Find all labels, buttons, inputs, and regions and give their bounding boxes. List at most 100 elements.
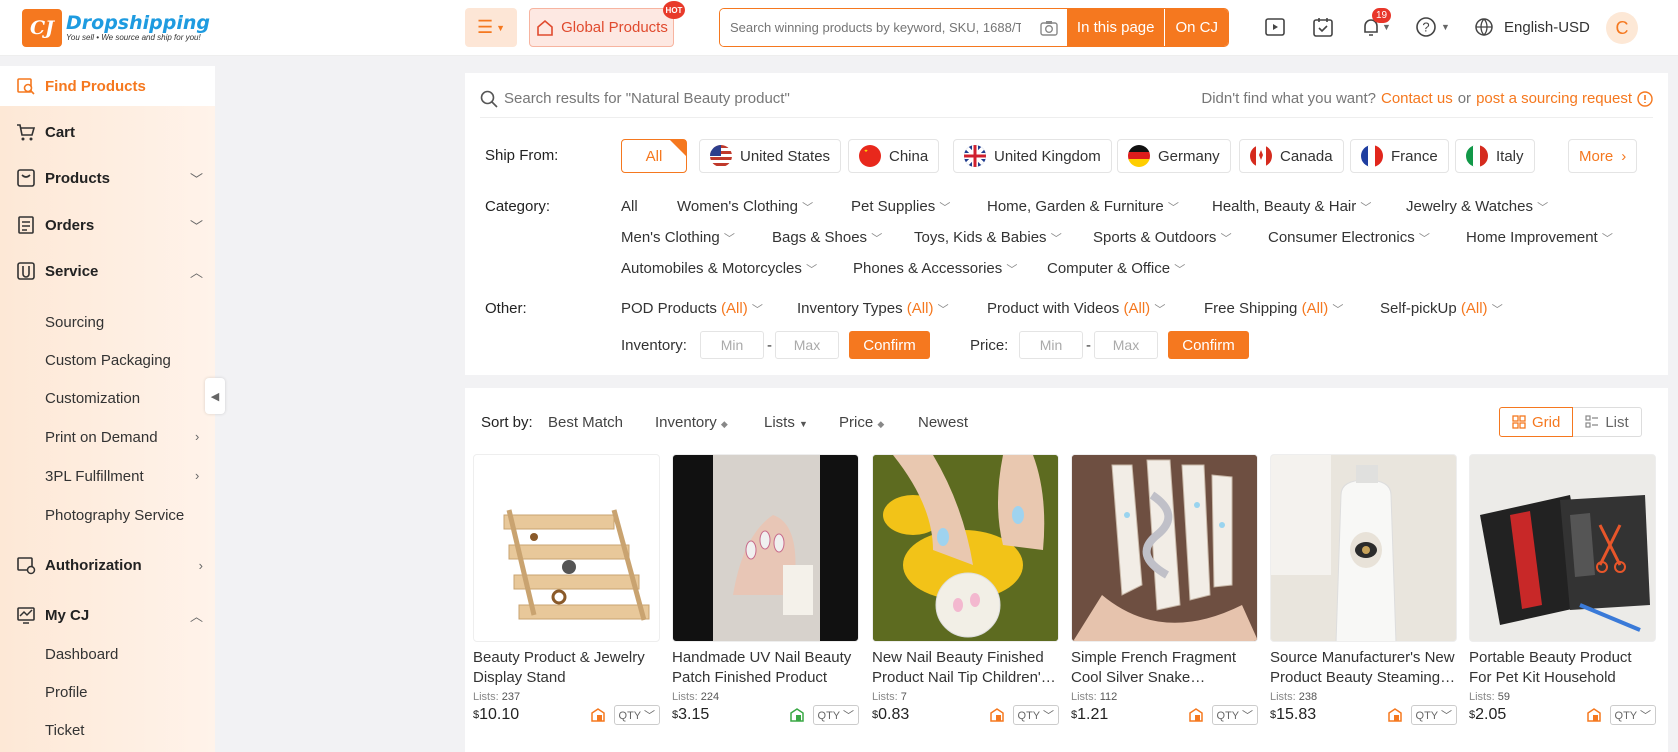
category-consumer-electronics[interactable]: Consumer Electronics ﹀ bbox=[1268, 229, 1430, 246]
product-title[interactable]: Source Manufacturer's New Product Beauty… bbox=[1270, 648, 1457, 688]
category-sports-outdoors[interactable]: Sports & Outdoors ﹀ bbox=[1093, 229, 1232, 246]
product-title[interactable]: Portable Beauty Product For Pet Kit Hous… bbox=[1469, 648, 1656, 688]
language-selector[interactable]: English-USD bbox=[1474, 17, 1590, 37]
camera-icon[interactable] bbox=[1031, 9, 1067, 46]
category-computer-office[interactable]: Computer & Office ﹀ bbox=[1047, 260, 1185, 277]
avatar[interactable]: C bbox=[1606, 12, 1638, 44]
sidebar-subitem-sourcing[interactable]: Sourcing bbox=[45, 314, 104, 331]
list-view-button[interactable]: List bbox=[1573, 407, 1642, 437]
category-bags-shoes[interactable]: Bags & Shoes ﹀ bbox=[772, 229, 882, 246]
sidebar-item-my-cj[interactable]: My CJ ︿ bbox=[0, 595, 215, 635]
filter-self-pickup[interactable]: Self-pickUp (All) ﹀ bbox=[1380, 300, 1503, 317]
shop-icon[interactable] bbox=[1387, 707, 1403, 723]
shop-icon[interactable] bbox=[590, 707, 606, 723]
price-max-input[interactable]: Max bbox=[1094, 331, 1158, 359]
product-image[interactable] bbox=[672, 454, 859, 642]
product-title[interactable]: Handmade UV Nail Beauty Patch Finished P… bbox=[672, 648, 859, 688]
sort-best-match[interactable]: Best Match bbox=[548, 414, 623, 431]
inventory-max-input[interactable]: Max bbox=[775, 331, 839, 359]
qty-dropdown[interactable]: QTY ﹀ bbox=[812, 705, 859, 725]
grid-view-button[interactable]: Grid bbox=[1499, 407, 1574, 437]
qty-dropdown[interactable]: QTY ﹀ bbox=[1410, 705, 1457, 725]
sidebar-subitem-photography-service[interactable]: Photography Service bbox=[45, 507, 184, 524]
sidebar-collapse-button[interactable]: ◀ bbox=[205, 378, 225, 414]
inventory-min-input[interactable]: Min bbox=[700, 331, 764, 359]
sourcing-request-link[interactable]: post a sourcing request bbox=[1476, 90, 1632, 107]
product-card[interactable]: Source Manufacturer's New Product Beauty… bbox=[1270, 454, 1457, 725]
search-on-cj-button[interactable]: On CJ bbox=[1165, 9, 1228, 46]
sidebar-subitem-3pl-fulfillment[interactable]: 3PL Fulfillment › bbox=[45, 468, 199, 485]
category-home-garden[interactable]: Home, Garden & Furniture ﹀ bbox=[987, 198, 1179, 215]
category-all[interactable]: All bbox=[621, 198, 638, 215]
price-min-input[interactable]: Min bbox=[1019, 331, 1083, 359]
sidebar-item-orders[interactable]: Orders ﹀ bbox=[0, 205, 215, 245]
product-card[interactable]: Beauty Product & Jewelry Display Stand L… bbox=[473, 454, 660, 725]
sidebar-item-service[interactable]: Service ︿ bbox=[0, 251, 215, 291]
sidebar-subitem-print-on-demand[interactable]: Print on Demand › bbox=[45, 429, 199, 446]
sidebar-subitem-customization[interactable]: Customization bbox=[45, 390, 140, 407]
info-icon[interactable] bbox=[1637, 90, 1653, 107]
category-phones-accessories[interactable]: Phones & Accessories ﹀ bbox=[853, 260, 1017, 277]
product-card[interactable]: Portable Beauty Product For Pet Kit Hous… bbox=[1469, 454, 1656, 725]
filter-pod-products[interactable]: POD Products (All) ﹀ bbox=[621, 300, 763, 317]
sidebar-subitem-ticket[interactable]: Ticket bbox=[45, 722, 84, 739]
sort-lists[interactable]: Lists ▼ bbox=[764, 414, 808, 431]
price-confirm-button[interactable]: Confirm bbox=[1168, 331, 1249, 359]
product-card[interactable]: Handmade UV Nail Beauty Patch Finished P… bbox=[672, 454, 859, 725]
shop-icon[interactable] bbox=[1188, 707, 1204, 723]
product-image[interactable] bbox=[1071, 454, 1258, 642]
product-image[interactable] bbox=[872, 454, 1059, 642]
product-title[interactable]: Simple French Fragment Cool Silver Snake… bbox=[1071, 648, 1258, 688]
sidebar-subitem-custom-packaging[interactable]: Custom Packaging bbox=[45, 352, 171, 369]
contact-us-link[interactable]: Contact us bbox=[1381, 90, 1453, 107]
video-icon[interactable] bbox=[1262, 14, 1288, 40]
ship-from-all[interactable]: All bbox=[621, 139, 687, 173]
ship-from-italy[interactable]: Italy bbox=[1455, 139, 1535, 173]
ship-from-canada[interactable]: Canada bbox=[1239, 139, 1344, 173]
product-title[interactable]: Beauty Product & Jewelry Display Stand bbox=[473, 648, 660, 688]
sidebar-item-authorization[interactable]: Authorization › bbox=[0, 545, 215, 585]
verified-shop-icon[interactable] bbox=[789, 707, 805, 723]
category-menu-button[interactable]: ☰ ▼ bbox=[465, 8, 517, 47]
sort-price[interactable]: Price ◆ bbox=[839, 414, 884, 431]
ship-from-china[interactable]: China bbox=[848, 139, 940, 173]
sort-inventory[interactable]: Inventory ◆ bbox=[655, 414, 728, 431]
sidebar-subitem-profile[interactable]: Profile bbox=[45, 684, 88, 701]
sidebar-item-products[interactable]: Products ﹀ bbox=[0, 158, 215, 198]
calendar-check-icon[interactable] bbox=[1310, 14, 1336, 40]
product-card[interactable]: Simple French Fragment Cool Silver Snake… bbox=[1071, 454, 1258, 725]
qty-dropdown[interactable]: QTY ﹀ bbox=[1012, 705, 1059, 725]
shop-icon[interactable] bbox=[1586, 707, 1602, 723]
ship-from-united-states[interactable]: United States bbox=[699, 139, 842, 173]
category-health-beauty[interactable]: Health, Beauty & Hair ﹀ bbox=[1212, 198, 1371, 215]
help-icon[interactable]: ? bbox=[1413, 14, 1439, 40]
category-womens-clothing[interactable]: Women's Clothing ﹀ bbox=[677, 198, 813, 215]
product-title[interactable]: New Nail Beauty Finished Product Nail Ti… bbox=[872, 648, 1059, 688]
search-input[interactable] bbox=[720, 9, 1031, 46]
sidebar-item-find-products[interactable]: Find Products bbox=[0, 66, 215, 106]
logo[interactable]: CJ Dropshipping You sell • We source and… bbox=[22, 9, 210, 47]
ship-from-germany[interactable]: Germany bbox=[1117, 139, 1231, 173]
category-automobiles[interactable]: Automobiles & Motorcycles ﹀ bbox=[621, 260, 817, 277]
category-pet-supplies[interactable]: Pet Supplies ﹀ bbox=[851, 198, 950, 215]
qty-dropdown[interactable]: QTY ﹀ bbox=[613, 705, 660, 725]
product-image[interactable] bbox=[1270, 454, 1457, 642]
filter-free-shipping[interactable]: Free Shipping (All) ﹀ bbox=[1204, 300, 1343, 317]
ship-from-france[interactable]: France bbox=[1350, 139, 1449, 173]
ship-from-united-kingdom[interactable]: United Kingdom bbox=[953, 139, 1112, 173]
filter-inventory-types[interactable]: Inventory Types (All) ﹀ bbox=[797, 300, 949, 317]
filter-product-with-videos[interactable]: Product with Videos (All) ﹀ bbox=[987, 300, 1165, 317]
inventory-confirm-button[interactable]: Confirm bbox=[849, 331, 930, 359]
category-jewelry-watches[interactable]: Jewelry & Watches ﹀ bbox=[1406, 198, 1548, 215]
sidebar-item-cart[interactable]: Cart bbox=[0, 112, 215, 152]
search-in-page-button[interactable]: In this page bbox=[1066, 9, 1166, 46]
sort-newest[interactable]: Newest bbox=[918, 414, 968, 431]
category-toys-kids[interactable]: Toys, Kids & Babies ﹀ bbox=[914, 229, 1062, 246]
sidebar-subitem-dashboard[interactable]: Dashboard bbox=[45, 646, 118, 663]
category-home-improvement[interactable]: Home Improvement ﹀ bbox=[1466, 229, 1613, 246]
qty-dropdown[interactable]: QTY ﹀ bbox=[1609, 705, 1656, 725]
shop-icon[interactable] bbox=[989, 707, 1005, 723]
product-image[interactable] bbox=[1469, 454, 1656, 642]
qty-dropdown[interactable]: QTY ﹀ bbox=[1211, 705, 1258, 725]
ship-from-more-button[interactable]: More › bbox=[1568, 139, 1638, 173]
